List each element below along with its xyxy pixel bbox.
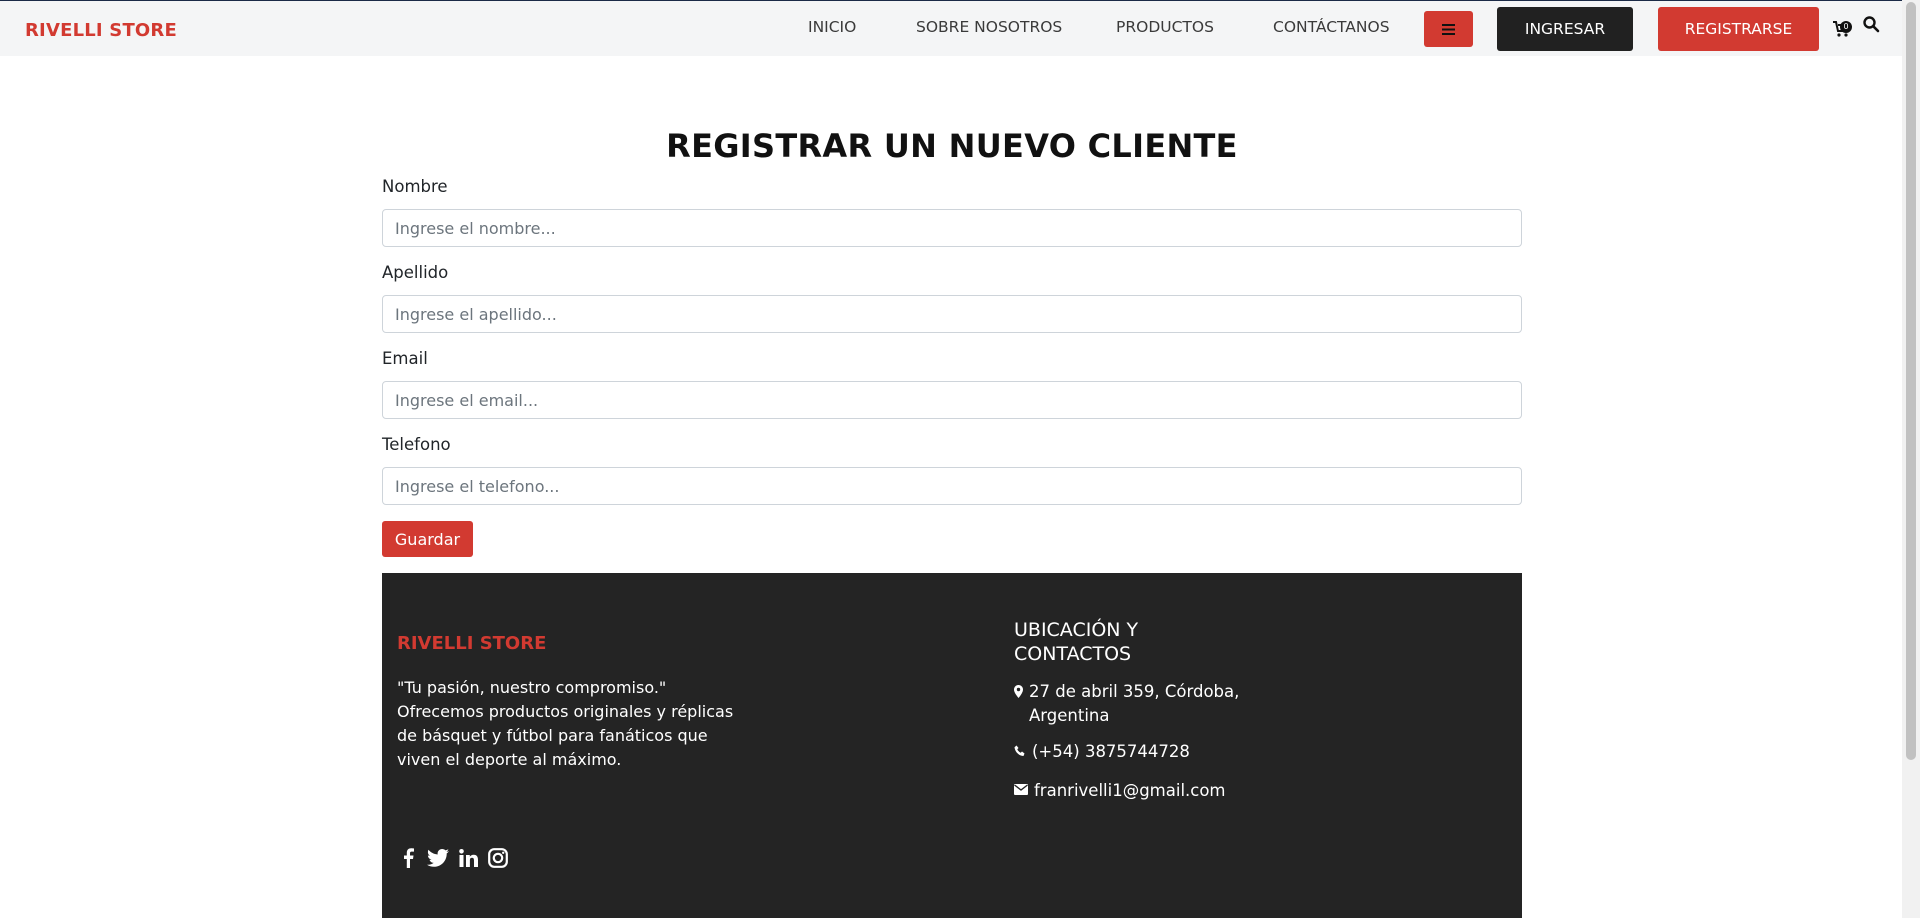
facebook-icon[interactable] — [396, 846, 420, 870]
nombre-label: Nombre — [382, 177, 448, 196]
apellido-input[interactable] — [382, 295, 1522, 333]
footer-phone-text: (+54) 3875744728 — [1032, 742, 1190, 761]
register-button[interactable]: REGISTRARSE — [1658, 7, 1819, 51]
footer: RIVELLI STORE "Tu pasión, nuestro compro… — [382, 573, 1522, 918]
instagram-icon[interactable] — [486, 846, 510, 870]
nav-sobre-nosotros[interactable]: SOBRE NOSOTROS — [916, 18, 1062, 36]
twitter-icon[interactable] — [426, 846, 450, 870]
footer-contact-heading: UBICACIÓN Y CONTACTOS — [1014, 619, 1139, 665]
envelope-icon — [1014, 784, 1028, 795]
nav-inicio[interactable]: INICIO — [808, 18, 856, 36]
telefono-label: Telefono — [382, 435, 451, 454]
footer-address-text: 27 de abril 359, Córdoba, Argentina — [1029, 682, 1240, 725]
map-marker-icon — [1014, 685, 1023, 698]
footer-email[interactable]: franrivelli1@gmail.com — [1014, 779, 1226, 803]
footer-tagline: "Tu pasión, nuestro compromiso." — [397, 678, 667, 697]
email-label: Email — [382, 349, 428, 368]
nav-contactanos[interactable]: CONTÁCTANOS — [1273, 18, 1390, 36]
login-button[interactable]: INGRESAR — [1497, 7, 1633, 51]
cart-count-badge: 0 — [1840, 21, 1852, 33]
footer-email-text[interactable]: franrivelli1@gmail.com — [1034, 779, 1226, 803]
email-input[interactable] — [382, 381, 1522, 419]
footer-address: 27 de abril 359, Córdoba, Argentina — [1014, 680, 1244, 728]
menu-button[interactable] — [1424, 11, 1473, 47]
footer-description: Ofrecemos productos originales y réplica… — [397, 702, 734, 769]
menu-icon — [1442, 23, 1455, 35]
nav-productos[interactable]: PRODUCTOS — [1116, 18, 1214, 36]
nombre-input[interactable] — [382, 209, 1522, 247]
apellido-label: Apellido — [382, 263, 449, 282]
brand-logo[interactable]: RIVELLI STORE — [25, 20, 177, 41]
navbar: RIVELLI STORE INICIO SOBRE NOSOTROS PROD… — [0, 1, 1902, 56]
linkedin-icon[interactable] — [456, 846, 480, 870]
phone-icon — [1014, 745, 1025, 756]
page-title: REGISTRAR UN NUEVO CLIENTE — [666, 127, 1238, 165]
telefono-input[interactable] — [382, 467, 1522, 505]
scrollbar-thumb[interactable] — [1906, 2, 1916, 760]
footer-brand: RIVELLI STORE — [397, 633, 547, 654]
search-icon[interactable] — [1862, 15, 1880, 33]
save-button[interactable]: Guardar — [382, 521, 473, 557]
footer-phone: (+54) 3875744728 — [1014, 740, 1190, 764]
